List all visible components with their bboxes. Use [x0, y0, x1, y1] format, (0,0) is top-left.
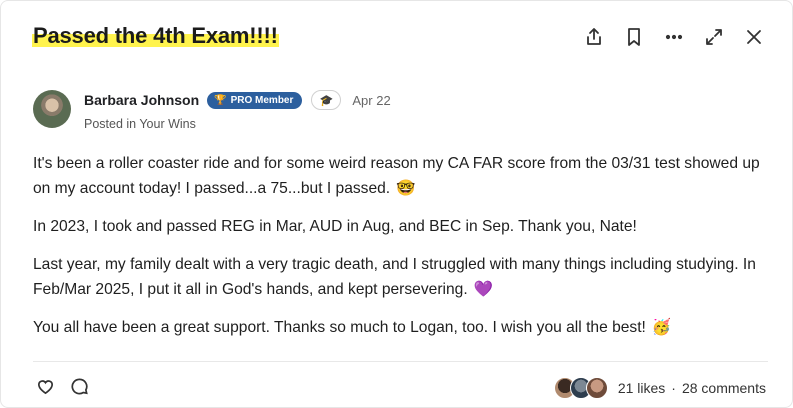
paragraph: In 2023, I took and passed REG in Mar, A… [33, 214, 773, 239]
posted-in-label[interactable]: Posted in Your Wins [84, 117, 391, 131]
footer-divider [33, 361, 768, 362]
post-actions [36, 377, 89, 401]
author-name-row: Barbara Johnson 🏆 PRO Member 🎓 Apr 22 [84, 90, 391, 110]
pro-member-badge: 🏆 PRO Member [207, 91, 303, 109]
likes-count[interactable]: 21 likes [618, 380, 665, 396]
post-toolbar [582, 25, 766, 49]
more-icon[interactable] [662, 25, 686, 49]
avatar[interactable] [33, 90, 71, 128]
liker-avatars[interactable] [553, 377, 608, 399]
bookmark-icon[interactable] [622, 25, 646, 49]
purple-heart-emoji-icon: 💜 [473, 281, 494, 298]
post-title: Passed the 4th Exam!!!! [32, 23, 279, 49]
paragraph: Last year, my family dealt with a very t… [33, 252, 773, 302]
stats-separator: · [671, 380, 676, 396]
paragraph-text: Last year, my family dealt with a very t… [33, 256, 756, 298]
expand-icon[interactable] [702, 25, 726, 49]
pro-member-label: PRO Member [230, 94, 294, 106]
party-face-emoji-icon: 🥳 [651, 319, 672, 336]
share-icon[interactable] [582, 25, 606, 49]
post-stats: 21 likes · 28 comments [553, 377, 766, 399]
author-header: Barbara Johnson 🏆 PRO Member 🎓 Apr 22 Po… [33, 90, 391, 131]
author-info: Barbara Johnson 🏆 PRO Member 🎓 Apr 22 Po… [84, 90, 391, 131]
heart-icon[interactable] [36, 377, 55, 401]
avatar [585, 377, 608, 399]
trophy-icon: 🏆 [214, 94, 227, 106]
post-card: Passed the 4th Exam!!!! Barbara Johnson … [0, 0, 793, 408]
post-date[interactable]: Apr 22 [352, 93, 390, 108]
paragraph-text: You all have been a great support. Thank… [33, 319, 646, 336]
graduation-cap-icon: 🎓 [311, 90, 342, 110]
comment-icon[interactable] [70, 377, 89, 401]
close-icon[interactable] [742, 25, 766, 49]
paragraph-text: In 2023, I took and passed REG in Mar, A… [33, 218, 637, 235]
author-name[interactable]: Barbara Johnson [84, 92, 199, 108]
comments-count[interactable]: 28 comments [682, 380, 766, 396]
nerd-face-emoji-icon: 🤓 [396, 180, 416, 197]
paragraph: It's been a roller coaster ride and for … [33, 151, 773, 201]
paragraph: You all have been a great support. Thank… [33, 315, 773, 340]
post-body: It's been a roller coaster ride and for … [33, 151, 773, 353]
